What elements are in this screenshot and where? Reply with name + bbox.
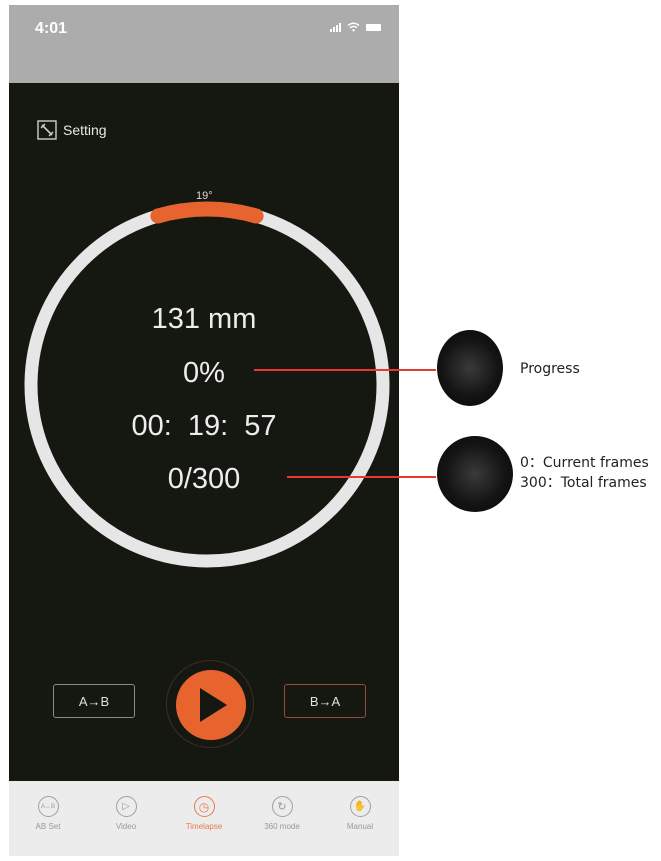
- position-readout: 131 mm: [151, 303, 257, 335]
- tab-video[interactable]: ▷ Video: [94, 796, 158, 831]
- direction-a-to-b-label: A→B: [78, 693, 110, 709]
- battery-icon: [366, 24, 381, 31]
- frames-annotation: 0：Current frames 300：Total frames: [520, 453, 649, 493]
- frame-count: 0/300: [167, 463, 241, 495]
- tab-ab-set[interactable]: A↔B AB Set: [16, 796, 80, 831]
- direction-a-to-b-button[interactable]: A→B: [53, 684, 135, 718]
- tab-timelapse[interactable]: ◷ Timelapse: [172, 796, 236, 831]
- manual-hand-icon: ✋: [349, 796, 371, 817]
- rotate-360-icon: ↻: [271, 796, 293, 817]
- tab-label: Timelapse: [185, 822, 223, 831]
- total-frames-annotation: 300：Total frames: [520, 475, 647, 491]
- progress-callout-line: [254, 369, 436, 371]
- wifi-icon: [347, 22, 360, 32]
- setting-label: Setting: [63, 122, 107, 138]
- play-icon: [176, 670, 246, 740]
- play-button[interactable]: [166, 660, 254, 748]
- tab-label: 360 mode: [264, 822, 300, 831]
- tab-label: Manual: [346, 822, 374, 831]
- frames-zoom-thumbnail: [437, 436, 513, 512]
- direction-b-to-a-button[interactable]: B→A: [284, 684, 366, 718]
- tab-360-mode[interactable]: ↻ 360 mode: [250, 796, 314, 831]
- tab-label: Video: [115, 822, 137, 831]
- clock-icon: ◷: [193, 796, 215, 817]
- video-play-icon: ▷: [115, 796, 137, 817]
- time-remaining: 00: 19: 57: [131, 410, 277, 442]
- tab-manual[interactable]: ✋ Manual: [328, 796, 392, 831]
- status-icons: [330, 22, 381, 32]
- tab-bar: A↔B AB Set ▷ Video ◷ Timelapse ↻ 360 mod…: [9, 781, 399, 856]
- direction-b-to-a-label: B→A: [309, 693, 341, 709]
- progress-dial: 19° 131 mm 0% 00: 19: 57 0/300: [9, 185, 399, 585]
- current-frames-annotation: 0：Current frames: [520, 455, 649, 471]
- status-bar: 4:01: [9, 5, 399, 83]
- frames-callout-line: [287, 476, 436, 478]
- signal-icon: [330, 22, 341, 32]
- progress-zoom-thumbnail: [437, 330, 503, 406]
- angle-label: 19°: [196, 190, 213, 202]
- setting-button[interactable]: Setting: [37, 120, 107, 140]
- progress-percent: 0%: [183, 357, 225, 389]
- status-time: 4:01: [35, 20, 68, 37]
- ab-set-icon: A↔B: [37, 796, 59, 817]
- setting-icon: [37, 120, 57, 140]
- progress-annotation: Progress: [520, 361, 580, 377]
- tab-label: AB Set: [35, 822, 61, 831]
- phone-screen: 4:01 Setting 19° 131 mm 0% 00: 19: 57 0/…: [9, 5, 399, 856]
